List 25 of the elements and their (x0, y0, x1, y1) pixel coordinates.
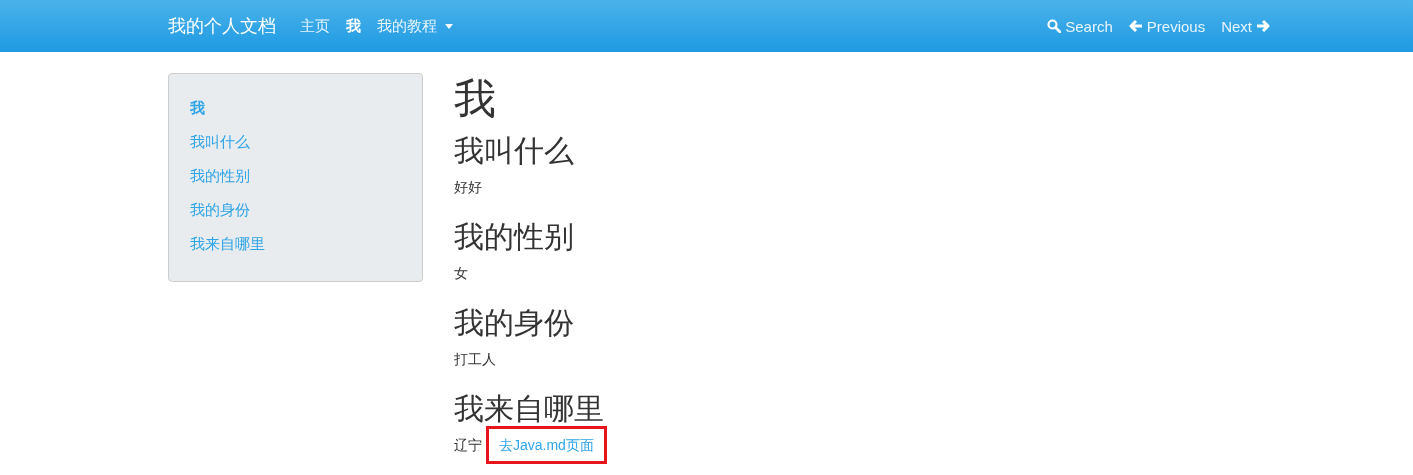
section-text: 辽宁 (454, 436, 482, 455)
arrow-right-icon (1256, 19, 1270, 33)
section-heading: 我叫什么 (454, 133, 575, 169)
page-link[interactable]: 去Java.md页面 (499, 437, 594, 453)
page-title: 我 (454, 74, 497, 124)
nav-link[interactable]: Search (1047, 17, 1113, 35)
nav-link[interactable]: 主页 (300, 16, 330, 36)
section-heading: 我的性别 (454, 219, 575, 255)
site-title[interactable]: 我的个人文档 (168, 14, 276, 38)
section-text: 好好 (454, 178, 482, 197)
sidebar-item[interactable]: 我 (190, 91, 205, 125)
nav-link[interactable]: Next (1221, 17, 1270, 35)
section-text: 打工人 (454, 350, 496, 369)
nav-link[interactable]: 我的教程 (377, 16, 453, 36)
section-heading: 我来自哪里 (454, 391, 605, 427)
nav-link[interactable]: 我 (346, 16, 361, 36)
sidebar-item[interactable]: 我来自哪里 (190, 227, 265, 261)
section-heading: 我的身份 (454, 305, 575, 341)
sidebar-item[interactable]: 我叫什么 (190, 125, 250, 159)
sidebar-item[interactable]: 我的身份 (190, 193, 250, 227)
section-text: 女 (454, 264, 468, 283)
search-icon (1047, 19, 1062, 33)
nav-link[interactable]: Previous (1128, 17, 1206, 35)
arrow-left-icon (1128, 19, 1143, 33)
sidebar-item[interactable]: 我的性别 (190, 159, 250, 193)
